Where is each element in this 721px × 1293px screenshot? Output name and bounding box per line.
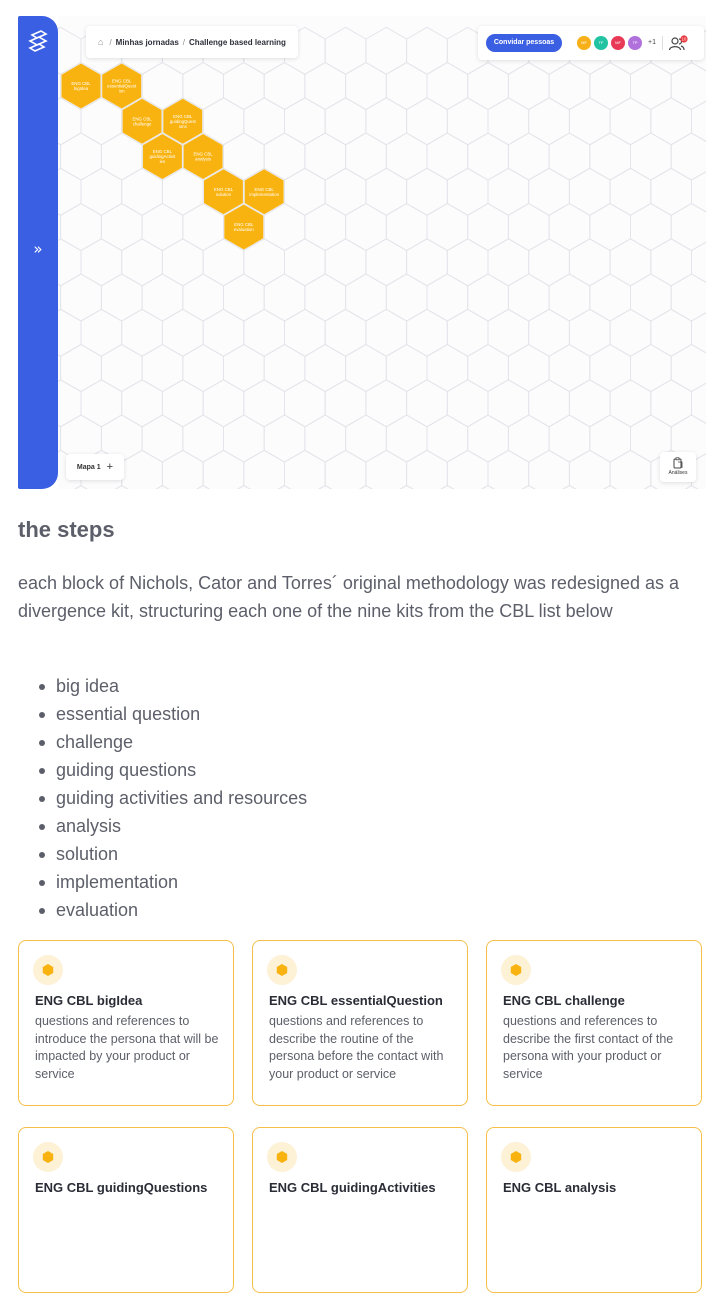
breadcrumb-separator: / <box>109 37 112 47</box>
hex-label: challenge <box>133 121 152 126</box>
analysis-button[interactable]: Análises <box>660 452 696 482</box>
hexagon-icon <box>501 955 531 985</box>
kit-card-title: ENG CBL essentialQuestion <box>269 993 443 1008</box>
kit-card-title: ENG CBL guidingActivities <box>269 1180 436 1195</box>
kit-card[interactable]: ENG CBL bigIdea questions and references… <box>18 940 234 1106</box>
hex-label: ies <box>160 159 166 164</box>
breadcrumb-separator: / <box>182 37 186 47</box>
people-icon[interactable]: 10 <box>668 35 688 51</box>
avatar-initials: MF <box>581 40 587 45</box>
kit-card[interactable]: ENG CBL challenge questions and referenc… <box>486 940 702 1106</box>
kit-card-title: ENG CBL analysis <box>503 1180 617 1195</box>
list-item: guiding activities and resources <box>18 784 307 812</box>
cbl-steps-list: big idea essential question challenge gu… <box>18 672 307 924</box>
kit-card-title: ENG CBL bigIdea <box>35 993 143 1008</box>
kit-card-title: ENG CBL guidingQuestions <box>35 1180 208 1195</box>
avatar-initials: MF <box>615 40 621 45</box>
hex-label: bigIdea <box>74 86 89 91</box>
avatar-initials: TF <box>598 40 604 45</box>
section-heading: the steps <box>18 517 115 542</box>
collaboration-bar: Convidar pessoas MF TF MF TP +1 10 <box>478 26 704 60</box>
avatar[interactable]: TP <box>628 36 642 50</box>
app-logo-icon[interactable] <box>26 30 50 54</box>
avatar[interactable]: MF <box>577 36 591 50</box>
kit-card[interactable]: ENG CBL analysis <box>486 1127 702 1293</box>
kit-card[interactable]: ENG CBL guidingActivities <box>252 1127 468 1293</box>
list-item: challenge <box>18 728 307 756</box>
clipboard-icon <box>673 457 683 469</box>
hexagon-icon <box>33 955 63 985</box>
avatar[interactable]: MF <box>611 36 625 50</box>
hex-label: ion <box>119 89 125 94</box>
hex-label: solution <box>216 192 232 197</box>
breadcrumb-item-current: Challenge based learning <box>189 37 286 47</box>
analysis-label: Análises <box>668 470 688 476</box>
kit-card-description: questions and references to introduce th… <box>35 1014 219 1081</box>
list-item: solution <box>18 840 307 868</box>
map-tab[interactable]: Mapa 1 + <box>66 454 124 480</box>
hex-label: ions <box>179 124 188 129</box>
hex-label: implementation <box>249 192 279 197</box>
kit-card[interactable]: ENG CBL guidingQuestions <box>18 1127 234 1293</box>
sidebar: » <box>18 16 58 489</box>
hexagon-icon <box>267 1142 297 1172</box>
divider <box>662 36 663 50</box>
kit-card-title: ENG CBL challenge <box>503 993 625 1008</box>
breadcrumb: ⌂ / Minhas jornadas / Challenge based le… <box>86 26 298 58</box>
invite-people-button[interactable]: Convidar pessoas <box>486 34 562 52</box>
hexagon-icon <box>267 955 297 985</box>
hexagon-icon <box>501 1142 531 1172</box>
hex-label: analysis <box>195 157 212 162</box>
map-tab-label: Mapa 1 <box>76 463 101 471</box>
list-item: guiding questions <box>18 756 307 784</box>
journey-map-screenshot: » ENG CBL bigIdea ENG CBL essentialQuest ion… <box>18 16 706 489</box>
add-map-icon[interactable]: + <box>107 461 113 473</box>
hex-label: evaluation <box>234 227 255 232</box>
breadcrumb-item-journeys[interactable]: Minhas jornadas <box>116 38 179 47</box>
notification-count: 10 <box>682 37 687 42</box>
list-item: analysis <box>18 812 307 840</box>
kit-card-description: questions and references to describe the… <box>269 1014 444 1081</box>
list-item: implementation <box>18 868 307 896</box>
avatar-initials: TP <box>632 40 638 45</box>
list-item: big idea <box>18 672 307 700</box>
kit-card[interactable]: ENG CBL essentialQuestion questions and … <box>252 940 468 1106</box>
intro-paragraph: each block of Nichols, Cator and Torres´… <box>18 573 680 621</box>
hex-grid: ENG CBLbigIdeaENG CBLessentialQuestionEN… <box>58 16 706 489</box>
hexagon-icon <box>33 1142 63 1172</box>
kit-card-description: questions and references to describe the… <box>503 1014 674 1081</box>
avatar[interactable]: TF <box>594 36 608 50</box>
map-canvas[interactable]: ENG CBL bigIdea ENG CBL essentialQuest ion EN… <box>58 16 706 489</box>
home-icon[interactable]: ⌂ <box>98 37 103 47</box>
more-collaborators-count[interactable]: +1 <box>648 36 656 50</box>
list-item: evaluation <box>18 896 307 924</box>
expand-sidebar-icon[interactable]: » <box>18 240 58 258</box>
list-item: essential question <box>18 700 307 728</box>
